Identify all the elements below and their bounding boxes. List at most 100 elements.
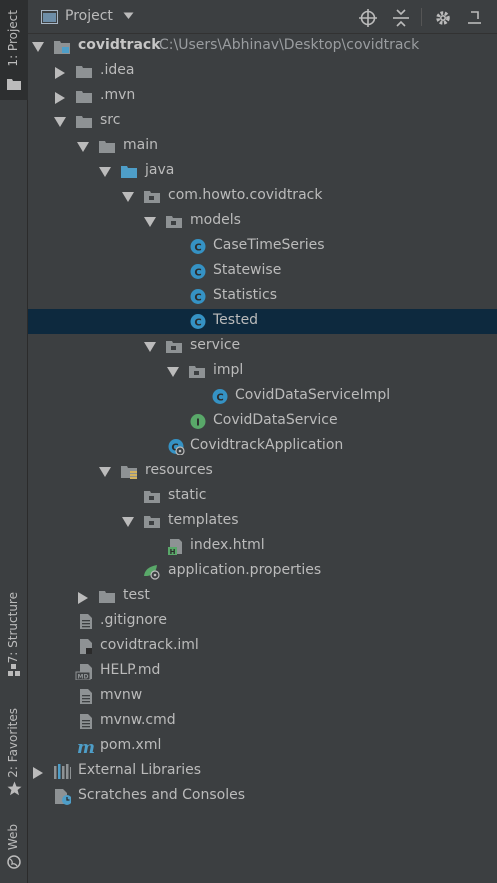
tab-structure-label: 7: Structure — [6, 592, 20, 664]
collapsed-arrow-icon[interactable] — [55, 92, 65, 104]
collapsed-arrow-icon[interactable] — [78, 592, 88, 604]
collapse-all-icon[interactable] — [392, 9, 410, 27]
tree-node-mvn[interactable]: .mvn — [28, 84, 497, 109]
tree-label: covidtrack.iml — [100, 637, 199, 653]
tab-web[interactable]: Web — [0, 820, 28, 872]
tree-label: Tested — [213, 312, 259, 328]
folder-icon — [76, 91, 92, 103]
tab-structure[interactable]: 7: Structure — [0, 588, 28, 680]
expanded-arrow-icon[interactable] — [144, 342, 156, 352]
globe-icon — [7, 855, 21, 869]
tree-label: src — [100, 112, 121, 128]
tree-node-casetimeseries[interactable]: C CaseTimeSeries — [28, 234, 497, 259]
expanded-arrow-icon[interactable] — [122, 192, 134, 202]
tree-node-impl[interactable]: impl — [28, 359, 497, 384]
tree-node-scratches[interactable]: Scratches and Consoles — [28, 784, 497, 809]
project-tree: covidtrack C:\Users\Abhinav\Desktop\covi… — [28, 34, 497, 883]
tree-label: service — [190, 337, 241, 353]
tree-node-index-html[interactable]: H index.html — [28, 534, 497, 559]
svg-text:C: C — [194, 318, 201, 329]
scratches-icon — [55, 789, 71, 805]
maven-icon: m — [77, 738, 94, 755]
text-file-icon — [80, 614, 92, 629]
tab-project[interactable]: 1: Project — [0, 0, 28, 100]
tree-node-pom-xml[interactable]: m pom.xml — [28, 734, 497, 759]
tree-label: CovidDataServiceImpl — [235, 387, 391, 403]
tree-node-java[interactable]: java — [28, 159, 497, 184]
tree-node-coviddataserviceimpl[interactable]: C CovidDataServiceImpl — [28, 384, 497, 409]
interface-icon: I — [190, 414, 206, 429]
tree-label: Statewise — [213, 262, 282, 278]
tree-node-src[interactable]: src — [28, 109, 497, 134]
class-icon: C — [190, 314, 206, 329]
expanded-arrow-icon[interactable] — [144, 217, 156, 227]
package-icon — [144, 491, 160, 503]
expanded-arrow-icon[interactable] — [167, 367, 179, 377]
tree-node-statewise[interactable]: C Statewise — [28, 259, 497, 284]
tab-favorites[interactable]: 2: Favorites — [0, 704, 28, 800]
tree-label: com.howto.covidtrack — [168, 187, 323, 203]
expanded-arrow-icon[interactable] — [122, 517, 134, 527]
tree-node-help-md[interactable]: MD HELP.md — [28, 659, 497, 684]
tree-node-statistics[interactable]: C Statistics — [28, 284, 497, 309]
chevron-down-icon[interactable] — [123, 12, 134, 20]
expanded-arrow-icon[interactable] — [99, 167, 111, 177]
tree-node-service[interactable]: service — [28, 334, 497, 359]
tree-node-application-properties[interactable]: application.properties — [28, 559, 497, 584]
tree-node-coviddataservice[interactable]: I CovidDataService — [28, 409, 497, 434]
tree-node-gitignore[interactable]: .gitignore — [28, 609, 497, 634]
text-file-icon — [80, 689, 92, 704]
package-icon — [189, 366, 205, 378]
tree-node-main[interactable]: main — [28, 134, 497, 159]
class-icon: C — [190, 289, 206, 304]
expanded-arrow-icon[interactable] — [77, 142, 89, 152]
gear-icon[interactable] — [434, 9, 452, 27]
tree-node-covidtrack[interactable]: covidtrack C:\Users\Abhinav\Desktop\covi… — [28, 34, 497, 59]
tree-node-test[interactable]: test — [28, 584, 497, 609]
minimize-icon[interactable] — [468, 11, 481, 24]
locate-icon[interactable] — [359, 9, 377, 27]
view-selector-label[interactable]: Project — [65, 8, 113, 24]
tree-node-static[interactable]: static — [28, 484, 497, 509]
tree-node-mvnw-cmd[interactable]: mvnw.cmd — [28, 709, 497, 734]
svg-text:C: C — [194, 268, 201, 279]
folder-icon — [99, 141, 115, 153]
tree-node-covidtrackapplication[interactable]: C CovidtrackApplication — [28, 434, 497, 459]
tree-label: pom.xml — [100, 737, 162, 753]
spring-properties-icon — [144, 565, 160, 580]
tree-label: .mvn — [100, 87, 136, 103]
tree-label: Statistics — [213, 287, 277, 303]
collapsed-arrow-icon[interactable] — [55, 67, 65, 79]
svg-text:H: H — [170, 548, 176, 555]
text-file-icon — [80, 714, 92, 729]
tree-node-templates[interactable]: templates — [28, 509, 497, 534]
package-icon — [144, 516, 160, 528]
folder-icon — [7, 79, 21, 90]
tree-node-idea[interactable]: .idea — [28, 59, 497, 84]
tree-node-external-libraries[interactable]: External Libraries — [28, 759, 497, 784]
tree-label: CovidDataService — [213, 412, 338, 428]
expanded-arrow-icon[interactable] — [99, 467, 111, 477]
tool-window-stripe: 1: Project 7: Structure 2: Favorites Web — [0, 0, 28, 883]
tree-node-resources[interactable]: resources — [28, 459, 497, 484]
svg-text:I: I — [196, 418, 200, 429]
collapsed-arrow-icon[interactable] — [33, 767, 43, 779]
svg-text:m: m — [77, 738, 94, 755]
expanded-arrow-icon[interactable] — [54, 117, 66, 127]
libraries-icon — [54, 764, 71, 779]
project-view-icon — [41, 10, 58, 24]
header-divider — [421, 8, 422, 26]
module-folder-icon — [54, 41, 70, 54]
expanded-arrow-icon[interactable] — [32, 42, 44, 52]
tree-label: mvnw.cmd — [100, 712, 176, 728]
svg-text:C: C — [216, 393, 223, 404]
tree-node-iml[interactable]: covidtrack.iml — [28, 634, 497, 659]
tree-node-mvnw[interactable]: mvnw — [28, 684, 497, 709]
tree-label: static — [168, 487, 207, 503]
tree-label: CovidtrackApplication — [190, 437, 344, 453]
tree-label: CaseTimeSeries — [213, 237, 325, 253]
tree-node-tested[interactable]: C Tested — [28, 309, 497, 334]
tree-node-models[interactable]: models — [28, 209, 497, 234]
tree-node-package[interactable]: com.howto.covidtrack — [28, 184, 497, 209]
tab-web-label: Web — [6, 824, 20, 851]
